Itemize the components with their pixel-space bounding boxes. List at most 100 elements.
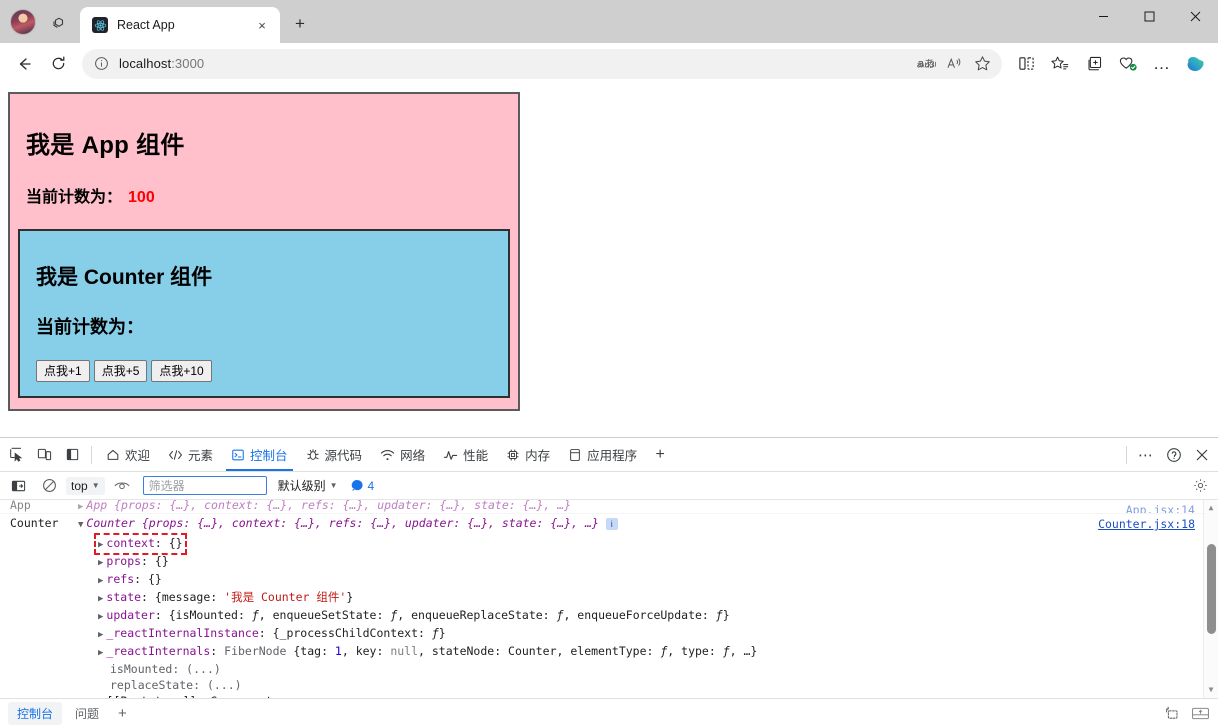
screenshot-capture-icon[interactable] — [1164, 706, 1181, 721]
device-toolbar-icon[interactable] — [30, 442, 58, 468]
immersive-reader-icon[interactable]: a\u3042 aあ — [912, 51, 940, 77]
back-button[interactable] — [8, 48, 40, 80]
prop-value-ismounted[interactable]: (...) — [186, 662, 221, 676]
increment-by-1-button[interactable]: 点我+1 — [36, 360, 90, 382]
dock-side-icon[interactable] — [58, 442, 86, 468]
highlight-context: ▶context: {} — [96, 535, 185, 553]
browser-tab-react-app[interactable]: React App × — [80, 7, 280, 43]
tree-prop-updater[interactable]: ▶updater: {isMounted: ƒ, enqueueSetState… — [0, 607, 1203, 625]
close-devtools-icon[interactable] — [1188, 442, 1216, 468]
site-info-icon[interactable] — [92, 55, 110, 73]
minimize-button[interactable] — [1080, 0, 1126, 32]
scrollbar-track[interactable] — [1204, 516, 1218, 682]
tab-elements[interactable]: 元素 — [159, 438, 222, 471]
clear-console-icon[interactable] — [35, 473, 63, 499]
tab-console[interactable]: 控制台 — [222, 438, 297, 471]
issues-counter[interactable]: 4 — [345, 479, 381, 493]
tree-prop-reactinternalinstance[interactable]: ▶_reactInternalInstance: {_processChildC… — [0, 625, 1203, 643]
tab-welcome[interactable]: 欢迎 — [97, 438, 159, 471]
tree-prop-ismounted[interactable]: isMounted: (...) — [0, 661, 1203, 677]
tab-welcome-label: 欢迎 — [125, 445, 150, 464]
expand-caret-icon-ri[interactable]: ▶ — [98, 648, 103, 658]
console-app-preview: App {props: {…}, context: {…}, refs: {…}… — [86, 500, 571, 512]
dock-panel-icon[interactable] — [1191, 706, 1210, 721]
tab-sources[interactable]: 源代码 — [297, 438, 372, 471]
tree-prop-prototype[interactable]: ▶[[Prototype]]: Component — [0, 693, 1203, 698]
console-output[interactable]: App ▶ App {props: {…}, context: {…}, refs:… — [0, 500, 1218, 698]
browser-settings-more-icon[interactable]: … — [1146, 48, 1178, 80]
address-bar[interactable]: localhost:3000 a\u3042 aあ — [82, 49, 1002, 79]
code-icon — [168, 448, 183, 462]
url-text[interactable]: localhost:3000 — [119, 56, 912, 71]
info-badge[interactable]: i — [606, 518, 618, 530]
expand-caret-icon-updater[interactable]: ▶ — [98, 612, 103, 622]
add-favorite-icon[interactable] — [968, 51, 996, 77]
console-message-app[interactable]: App▶App {props: {…}, context: {…}, refs:… — [0, 500, 1203, 514]
console-filter-input[interactable] — [143, 476, 267, 495]
copilot-icon[interactable] — [1180, 49, 1210, 79]
execution-context-select[interactable]: top ▼ — [66, 477, 105, 495]
devtools-more-icon[interactable]: ⋯ — [1132, 442, 1160, 468]
scroll-up-arrow-icon[interactable]: ▲ — [1204, 500, 1218, 516]
tree-prop-props[interactable]: ▶props: {} — [0, 553, 1203, 571]
expand-caret-icon-state[interactable]: ▶ — [98, 594, 103, 604]
expand-caret-icon-context[interactable]: ▶ — [98, 540, 103, 550]
log-level-select[interactable]: 默认级别 ▼ — [274, 477, 342, 494]
prop-name-reactinternals: _reactInternals — [106, 644, 210, 658]
add-to-collection-icon[interactable] — [1078, 48, 1110, 80]
increment-by-10-button[interactable]: 点我+10 — [151, 360, 211, 382]
tree-prop-state[interactable]: ▶state: {message: '我是 Counter 组件'} — [0, 589, 1203, 607]
increment-by-5-button[interactable]: 点我+5 — [94, 360, 148, 382]
tree-prop-reactinternals[interactable]: ▶_reactInternals: FiberNode {tag: 1, key… — [0, 643, 1203, 661]
tab-application[interactable]: 应用程序 — [559, 438, 646, 471]
prop-value-state-message: '我是 Counter 组件' — [224, 590, 346, 604]
chevron-down-icon-level: ▼ — [330, 481, 338, 490]
tab-memory[interactable]: 内存 — [497, 438, 559, 471]
close-tab-icon[interactable]: × — [252, 15, 272, 35]
read-aloud-icon[interactable] — [940, 51, 968, 77]
console-sidebar-icon[interactable] — [4, 473, 32, 499]
split-screen-icon[interactable] — [1010, 48, 1042, 80]
source-link-app[interactable]: App.jsx:14 — [1126, 502, 1195, 514]
network-icon — [380, 448, 395, 462]
scroll-down-arrow-icon[interactable]: ▼ — [1204, 682, 1218, 698]
drawer-tab-console[interactable]: 控制台 — [8, 702, 62, 725]
tree-prop-context[interactable]: ▶context: {} — [0, 535, 1203, 553]
counter-title: 我是 Counter 组件 — [36, 261, 500, 291]
url-port: :3000 — [171, 56, 204, 71]
close-window-button[interactable] — [1172, 0, 1218, 32]
collections-icon[interactable] — [1044, 48, 1076, 80]
source-link-counter[interactable]: Counter.jsx:18 — [1098, 516, 1195, 532]
console-vertical-scrollbar[interactable]: ▲ ▼ — [1203, 500, 1218, 698]
new-tab-button[interactable]: + — [286, 10, 314, 38]
tab-actions-icon[interactable] — [44, 8, 74, 38]
live-expression-icon[interactable] — [108, 473, 136, 499]
tab-performance[interactable]: 性能 — [434, 438, 497, 471]
console-message-counter[interactable]: Counter▼Counter {props: {…}, context: {…… — [0, 514, 1203, 535]
drawer-add-tab-button[interactable]: + — [112, 705, 133, 722]
gear-icon[interactable] — [1186, 473, 1214, 499]
scrollbar-thumb[interactable] — [1207, 544, 1216, 634]
tab-elements-label: 元素 — [188, 445, 213, 464]
expand-caret-icon[interactable]: ▼ — [78, 520, 83, 530]
expand-caret-icon-rii[interactable]: ▶ — [98, 630, 103, 640]
tree-prop-replacestate[interactable]: replaceState: (...) — [0, 677, 1203, 693]
prop-value-replacestate[interactable]: (...) — [207, 678, 242, 692]
expand-caret-icon-props[interactable]: ▶ — [98, 558, 103, 568]
tab-network[interactable]: 网络 — [371, 438, 434, 471]
prop-value-props: {} — [155, 554, 169, 568]
console-label-app: App — [10, 500, 78, 513]
toolbar-divider-right — [1126, 446, 1127, 464]
browser-essentials-icon[interactable] — [1112, 48, 1144, 80]
refresh-button[interactable] — [42, 48, 74, 80]
maximize-button[interactable] — [1126, 0, 1172, 32]
profile-avatar[interactable] — [10, 9, 36, 35]
console-counter-preview: {props: {…}, context: {…}, refs: {…}, up… — [142, 516, 599, 530]
help-icon[interactable] — [1160, 442, 1188, 468]
drawer-tab-issues[interactable]: 问题 — [66, 702, 108, 725]
inspect-element-icon[interactable] — [2, 442, 30, 468]
expand-caret-icon-refs[interactable]: ▶ — [98, 576, 103, 586]
add-panel-button[interactable]: + — [646, 442, 674, 468]
tree-prop-refs[interactable]: ▶refs: {} — [0, 571, 1203, 589]
prop-name-ismounted: isMounted — [110, 662, 172, 676]
